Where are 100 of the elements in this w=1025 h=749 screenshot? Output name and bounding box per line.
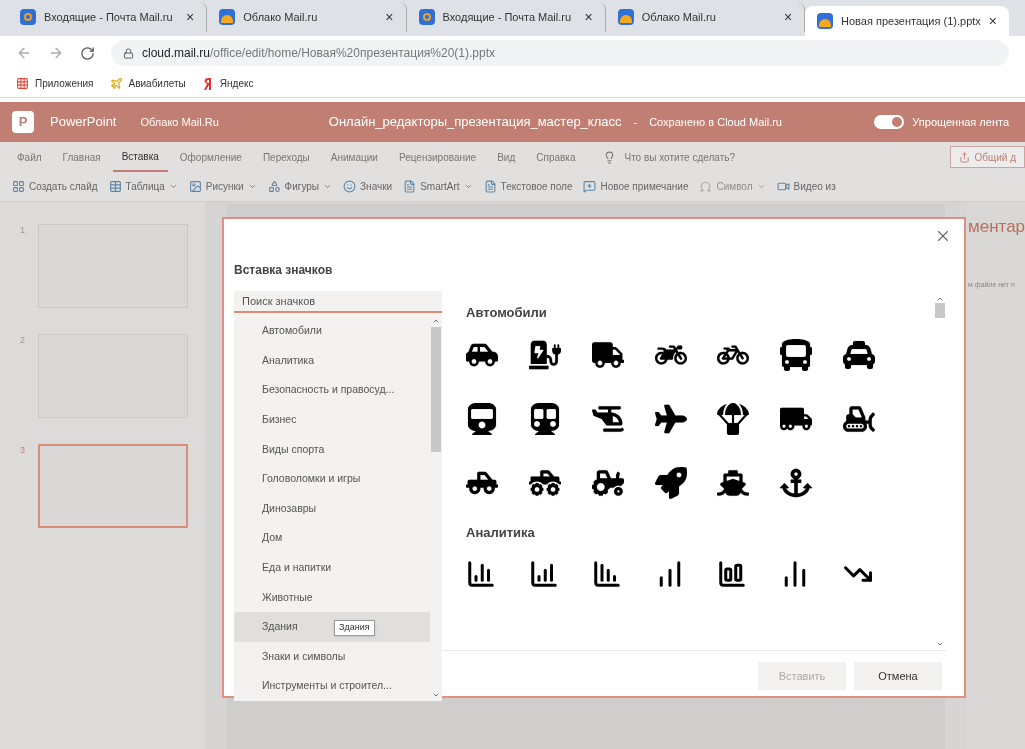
image-icon	[188, 180, 202, 193]
tab-title: Входящие - Почта Mail.ru	[442, 9, 573, 25]
tell-me-field[interactable]: Что вы хотите сделать?	[624, 149, 736, 165]
category-item[interactable]: Динозавры	[234, 493, 430, 524]
tab-title: Облако Mail.ru	[243, 9, 319, 25]
taxi-icon[interactable]	[843, 338, 876, 371]
reload-icon[interactable]	[80, 45, 95, 61]
url-path: /office/edit/home/Новая%20презентация%20(1).pptx	[210, 46, 496, 60]
toolbar-button[interactable]: Создать слайд	[12, 179, 98, 194]
toolbar-button[interactable]: Новое примечание	[583, 179, 689, 194]
browser-tab[interactable]: Новая презентация (1).pptx ×	[805, 6, 1009, 36]
bookmark-link[interactable]: Яндекс	[201, 76, 254, 91]
toolbar-button[interactable]: Таблица	[108, 179, 178, 194]
browser-tab[interactable]: Входящие - Почта Mail.ru ×	[8, 2, 208, 32]
browser-tab[interactable]: Облако Mail.ru ×	[605, 2, 806, 32]
toolbar-button[interactable]: Текстовое поле	[483, 179, 573, 194]
ribbon-tab[interactable]: Вид	[488, 142, 525, 172]
video-icon	[776, 180, 790, 193]
omega-icon	[699, 180, 713, 193]
shapes-icon	[267, 180, 281, 193]
bar-chart-icon[interactable]	[528, 559, 559, 589]
bookmark-link[interactable]: Авиабилеты	[109, 76, 186, 91]
toolbar-button[interactable]: Фигуры	[267, 179, 333, 194]
cloud-icon	[817, 13, 834, 29]
tab-title: Облако Mail.ru	[641, 9, 717, 25]
ribbon-tab[interactable]: Переходы	[253, 142, 319, 172]
url-host: cloud.mail.ru	[142, 46, 211, 60]
scroll-down-icon[interactable]	[432, 691, 440, 699]
lock-icon	[123, 47, 134, 59]
scroll-down-icon[interactable]	[936, 640, 944, 648]
tab-close-button[interactable]: ×	[385, 6, 394, 28]
toggle-label: Упрощенная лента	[912, 114, 1009, 130]
tab-close-button[interactable]: ×	[988, 10, 997, 32]
scroll-thumb[interactable]	[431, 327, 441, 453]
toolbar-button[interactable]: Рисунки	[188, 179, 257, 194]
toolbar-button[interactable]: Значки	[343, 179, 393, 194]
subway-train-icon[interactable]	[528, 402, 561, 435]
category-item[interactable]: Аналитика	[234, 345, 430, 376]
chevron-down-icon	[323, 182, 333, 191]
category-item[interactable]: Безопасность и правосуд...	[234, 375, 430, 406]
chevron-down-icon	[247, 182, 257, 191]
category-item[interactable]: Знаки и символы	[234, 641, 430, 672]
ribbon-tab[interactable]: Рецензирование	[389, 142, 486, 172]
powerpoint-logo: P	[12, 111, 34, 133]
cancel-button[interactable]: Отмена	[854, 662, 942, 690]
app-name: PowerPoint	[50, 113, 117, 132]
slide-thumbnail[interactable]	[38, 444, 188, 528]
bookmark-link[interactable]: Приложения	[16, 76, 94, 91]
mail-icon	[418, 9, 435, 25]
scroll-up-icon[interactable]	[936, 295, 944, 303]
browser-tab[interactable]: Облако Mail.ru ×	[207, 2, 407, 32]
bar-chart-icon[interactable]	[466, 559, 496, 589]
category-item[interactable]: Бизнес	[234, 405, 430, 435]
chevron-down-icon	[756, 182, 766, 191]
comment-icon	[583, 180, 597, 193]
ribbon-tab[interactable]: Главная	[53, 142, 110, 172]
toolbar-button[interactable]: Видео из	[776, 179, 836, 194]
title-separator: -	[633, 114, 638, 130]
anchor-icon[interactable]	[780, 466, 813, 499]
parachute-icon[interactable]	[717, 402, 750, 435]
category-item[interactable]: Виды спорта	[234, 434, 430, 465]
comments-pane-title: ментар	[968, 216, 1025, 238]
table-icon	[108, 180, 122, 193]
slide-number: 2	[20, 334, 26, 347]
chevron-down-icon	[463, 182, 473, 191]
category-item[interactable]: Животные	[234, 582, 430, 613]
section-heading: Автомобили	[466, 304, 548, 322]
tab-close-button[interactable]: ×	[584, 6, 593, 28]
rocket-icon[interactable]	[654, 466, 687, 499]
section-heading: Аналитика	[466, 523, 536, 542]
ribbon-tab[interactable]: Справка	[527, 142, 585, 172]
save-status: Сохранено в Cloud Mail.ru	[649, 114, 782, 130]
category-item[interactable]: Еда и напитки	[234, 553, 430, 583]
tab-close-button[interactable]: ×	[783, 6, 793, 28]
train-icon[interactable]	[466, 402, 498, 435]
service-name: Облако Mail.Ru	[140, 114, 219, 130]
bus-icon[interactable]	[780, 338, 813, 371]
category-item[interactable]: Дом	[234, 523, 430, 554]
document-icon	[403, 180, 417, 193]
scroll-thumb[interactable]	[935, 303, 945, 318]
plane-icon[interactable]	[654, 402, 687, 435]
tab-close-button[interactable]: ×	[186, 6, 195, 28]
category-item[interactable]: Головоломки и игры	[234, 464, 430, 494]
toolbar-button[interactable]: SmartArt	[403, 179, 473, 194]
slide-number: 3	[20, 444, 26, 457]
category-item[interactable]: Автомобили	[234, 316, 430, 346]
browser-tab[interactable]: Входящие - Почта Mail.ru ×	[406, 2, 606, 32]
address-field[interactable]: cloud.mail.ru/office/edit/home/Новая%20презентация%20(1).pptx	[111, 40, 1009, 66]
ribbon-tab[interactable]: Анимации	[321, 142, 387, 172]
category-item[interactable]: Инструменты и строител...	[234, 671, 430, 701]
bar-chart-icon[interactable]	[717, 559, 748, 589]
slide-icon	[12, 180, 25, 193]
charging-station-icon[interactable]	[528, 338, 561, 371]
bar-chart-icon[interactable]	[591, 559, 622, 589]
ribbon-toggle[interactable]	[874, 115, 905, 129]
ribbon-tab[interactable]: Оформление	[170, 142, 251, 172]
ribbon-tab[interactable]: Файл	[8, 142, 51, 172]
cloud-icon	[617, 9, 634, 25]
mail-icon	[20, 9, 36, 25]
yandex-logo-icon	[201, 76, 214, 91]
